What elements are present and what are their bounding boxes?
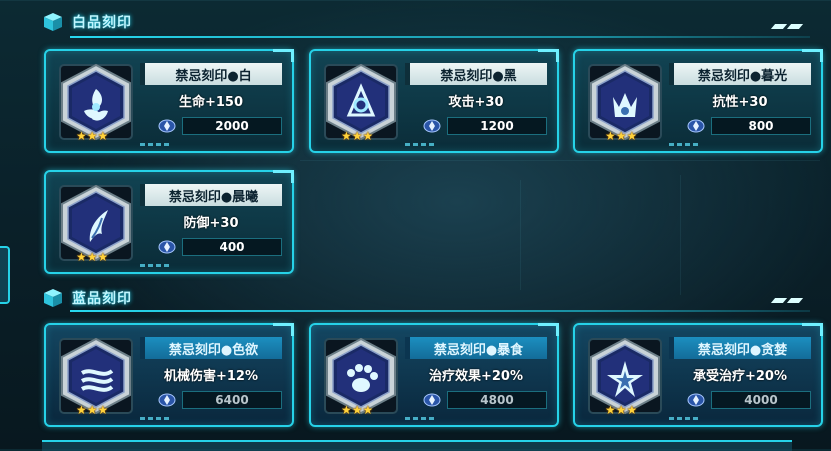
star-icon: ★: [341, 403, 352, 417]
star-icon: ★: [97, 129, 109, 143]
star-icon: ★: [626, 403, 638, 417]
crystal-coin-icon: [687, 393, 705, 407]
imprint-stat: 承受治疗+20%: [692, 368, 787, 384]
imprint-card[interactable]: ★ ★ ★ 禁忌刻印●白 生命+150 2000: [44, 49, 294, 153]
card-corner-decoration: [802, 49, 823, 62]
cost-row: 4800: [423, 391, 547, 409]
card-footer-decoration: [405, 143, 547, 146]
section-divider: [70, 36, 810, 38]
card-corner-decoration: [802, 323, 823, 336]
crystal-coin-icon: [423, 393, 441, 407]
section-header-blue: 蓝品刻印: [42, 286, 132, 310]
star-rating: ★ ★ ★: [605, 404, 637, 416]
imprint-cost: 4800: [447, 391, 547, 409]
star-icon: ★: [86, 250, 98, 264]
star-rating: ★ ★ ★: [341, 130, 373, 142]
star-icon: ★: [351, 129, 363, 143]
card-footer-decoration: [140, 417, 282, 420]
section-decoration: [770, 298, 804, 303]
card-corner-decoration: [538, 323, 559, 336]
crystal-coin-icon: [158, 240, 176, 254]
card-footer-decoration: [669, 143, 811, 146]
crystal-coin-icon: [423, 119, 441, 133]
star-icon: ★: [86, 403, 98, 417]
cost-row: 1200: [423, 117, 547, 135]
cost-row: 6400: [158, 391, 282, 409]
star-icon: ★: [341, 129, 352, 143]
imprint-cost: 2000: [182, 117, 282, 135]
star-icon: ★: [351, 403, 363, 417]
imprint-stat: 攻击+30: [448, 94, 504, 110]
imprint-name: 禁忌刻印●黑: [405, 63, 547, 85]
cost-row: 800: [687, 117, 811, 135]
star-rating: ★ ★ ★: [341, 404, 373, 416]
imprint-cost: 1200: [447, 117, 547, 135]
imprint-cost: 800: [711, 117, 811, 135]
imprint-stat: 生命+150: [178, 94, 244, 110]
star-icon: ★: [615, 129, 627, 143]
star-rating: ★ ★ ★: [76, 251, 108, 263]
imprint-card[interactable]: ★ ★ ★ 禁忌刻印●贪婪 承受治疗+20% 4000: [573, 323, 823, 427]
star-icon: ★: [76, 250, 87, 264]
star-icon: ★: [362, 129, 374, 143]
imprint-card[interactable]: ★ ★ ★ 禁忌刻印●黑 攻击+30 1200: [309, 49, 559, 153]
imprint-name: 禁忌刻印●贪婪: [669, 337, 811, 359]
star-icon: ★: [86, 129, 98, 143]
card-corner-decoration: [273, 323, 294, 336]
cost-row: 4000: [687, 391, 811, 409]
card-footer-decoration: [140, 264, 282, 267]
cube-icon: [44, 13, 62, 31]
side-panel-tab[interactable]: [0, 246, 10, 304]
imprint-card[interactable]: ★ ★ ★ 禁忌刻印●色欲 机械伤害+12% 6400: [44, 323, 294, 427]
imprint-card[interactable]: ★ ★ ★ 禁忌刻印●暮光 抗性+30 800: [573, 49, 823, 153]
card-corner-decoration: [273, 170, 294, 183]
section-header-white: 白品刻印: [42, 10, 132, 34]
star-rating: ★ ★ ★: [76, 404, 108, 416]
imprint-name: 禁忌刻印●暴食: [405, 337, 547, 359]
cube-icon: [44, 289, 62, 307]
card-footer-decoration: [405, 417, 547, 420]
imprint-card[interactable]: ★ ★ ★ 禁忌刻印●晨曦 防御+30 400: [44, 170, 294, 274]
imprint-cost: 4000: [711, 391, 811, 409]
star-icon: ★: [605, 403, 616, 417]
star-icon: ★: [362, 403, 374, 417]
star-icon: ★: [76, 129, 87, 143]
card-footer-decoration: [669, 417, 811, 420]
imprint-name: 禁忌刻印●色欲: [140, 337, 282, 359]
card-corner-decoration: [538, 49, 559, 62]
star-icon: ★: [626, 129, 638, 143]
star-rating: ★ ★ ★: [605, 130, 637, 142]
card-corner-decoration: [273, 49, 294, 62]
section-title: 白品刻印: [72, 15, 132, 31]
imprint-stat: 抗性+30: [712, 94, 768, 110]
crystal-coin-icon: [158, 119, 176, 133]
imprint-stat: 机械伤害+12%: [163, 368, 258, 384]
imprint-stat: 防御+30: [183, 215, 239, 231]
section-decoration: [770, 24, 804, 29]
imprint-name: 禁忌刻印●暮光: [669, 63, 811, 85]
imprint-card[interactable]: ★ ★ ★ 禁忌刻印●暴食 治疗效果+20% 4800: [309, 323, 559, 427]
crystal-coin-icon: [158, 393, 176, 407]
cost-row: 400: [158, 238, 282, 256]
next-row-edge: [42, 440, 792, 451]
star-icon: ★: [605, 129, 616, 143]
star-icon: ★: [97, 403, 109, 417]
star-icon: ★: [615, 403, 627, 417]
imprint-cost: 6400: [182, 391, 282, 409]
imprint-name: 禁忌刻印●白: [140, 63, 282, 85]
star-rating: ★ ★ ★: [76, 130, 108, 142]
imprint-cost: 400: [182, 238, 282, 256]
section-title: 蓝品刻印: [72, 291, 132, 307]
imprint-name: 禁忌刻印●晨曦: [140, 184, 282, 206]
card-footer-decoration: [140, 143, 282, 146]
crystal-coin-icon: [687, 119, 705, 133]
cost-row: 2000: [158, 117, 282, 135]
section-divider: [70, 310, 810, 312]
imprint-stat: 治疗效果+20%: [428, 368, 523, 384]
star-icon: ★: [97, 250, 109, 264]
star-icon: ★: [76, 403, 87, 417]
